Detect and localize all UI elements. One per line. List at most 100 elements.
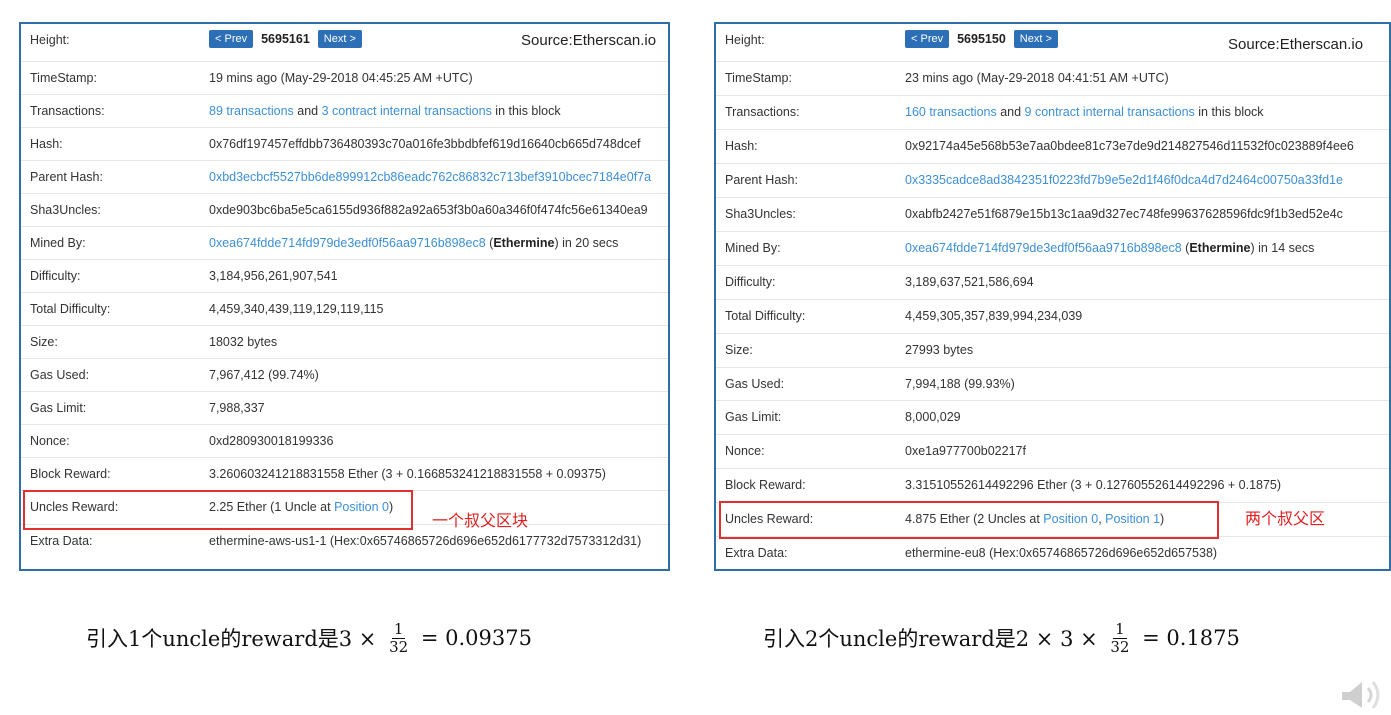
hash-label: Hash: xyxy=(725,139,758,153)
gas-limit-label: Gas Limit: xyxy=(30,401,87,415)
timestamp-value: 19 mins ago (May-29-2018 04:45:25 AM +UT… xyxy=(209,71,473,85)
sha3uncles-value: 0xabfb2427e51f6879e15b13c1aa9d327ec748fe… xyxy=(905,207,1343,221)
next-button[interactable]: Next > xyxy=(317,30,362,48)
row-transactions: Transactions: 89 transactions and 3 cont… xyxy=(21,94,668,127)
row-sha3uncles: Sha3Uncles: 0xabfb2427e51f6879e15b13c1aa… xyxy=(716,197,1389,230)
row-total-difficulty: Total Difficulty: 4,459,340,439,119,129,… xyxy=(21,292,668,325)
total-difficulty-label: Total Difficulty: xyxy=(30,302,111,316)
size-value: 27993 bytes xyxy=(905,343,974,357)
fraction-right-denominator: 32 xyxy=(1110,637,1130,656)
extra-data-value: ethermine-eu8 (Hex:0x65746865726d696e652… xyxy=(905,546,1218,560)
prev-button[interactable]: < Prev xyxy=(905,30,950,48)
gas-used-value: 7,994,188 (99.93%) xyxy=(905,377,1015,391)
internal-transactions-link[interactable]: 3 contract internal transactions xyxy=(322,104,492,118)
difficulty-value: 3,189,637,521,586,694 xyxy=(905,275,1034,289)
mined-by-value: 0xea674fdde714fd979de3edf0f56aa9716b898e… xyxy=(905,241,1314,255)
block-reward-value: 3.31510552614492296 Ether (3 + 0.1276055… xyxy=(905,478,1282,492)
parent-hash-link[interactable]: 0xbd3ecbcf5527bb6de899912cb86eadc762c868… xyxy=(209,170,651,184)
hash-label: Hash: xyxy=(30,137,63,151)
internal-transactions-link[interactable]: 9 contract internal transactions xyxy=(1025,105,1195,119)
formula-left: 引入1个uncle的reward是3 × 1 32 = 0.09375 xyxy=(86,612,532,664)
gas-used-label: Gas Used: xyxy=(30,368,90,382)
formula-right-suffix: = 0.1875 xyxy=(1135,626,1240,650)
sha3uncles-label: Sha3Uncles: xyxy=(30,203,101,217)
row-size: Size: 18032 bytes xyxy=(21,325,668,358)
row-timestamp: TimeStamp: 19 mins ago (May-29-2018 04:4… xyxy=(21,61,668,94)
height-label: Height: xyxy=(725,33,765,47)
row-nonce: Nonce: 0xe1a977700b02217f xyxy=(716,434,1389,467)
extra-data-label: Extra Data: xyxy=(725,546,788,560)
row-sha3uncles: Sha3Uncles: 0xde903bc6ba5e5ca6155d936f88… xyxy=(21,193,668,226)
row-gas-limit: Gas Limit: 7,988,337 xyxy=(21,391,668,424)
total-difficulty-label: Total Difficulty: xyxy=(725,309,806,323)
parent-hash-label: Parent Hash: xyxy=(30,170,103,184)
row-total-difficulty: Total Difficulty: 4,459,305,357,839,994,… xyxy=(716,299,1389,332)
speaker-icon[interactable] xyxy=(1338,676,1388,710)
formula-right: 引入2个uncle的reward是2 × 3 × 1 32 = 0.1875 xyxy=(763,612,1240,664)
formula-right-prefix: 引入2个uncle的reward是2 × 3 × xyxy=(763,627,1105,651)
block-details-panel-right: Height: < Prev 5695150 Next > Source:Ether… xyxy=(714,22,1391,571)
difficulty-value: 3,184,956,261,907,541 xyxy=(209,269,338,283)
hash-value: 0x92174a45e568b53e7aa0bdee81c73e7de9d214… xyxy=(905,139,1354,153)
mined-time: in 20 secs xyxy=(558,236,619,250)
size-label: Size: xyxy=(725,343,753,357)
row-gas-limit: Gas Limit: 8,000,029 xyxy=(716,400,1389,433)
row-block-reward: Block Reward: 3.31510552614492296 Ether … xyxy=(716,468,1389,501)
transactions-and: and xyxy=(996,105,1025,119)
height-label: Height: xyxy=(30,33,70,47)
row-extra-data: Extra Data: ethermine-eu8 (Hex:0x6574686… xyxy=(716,536,1389,569)
fraction-left: 1 32 xyxy=(389,621,408,655)
extra-data-value: ethermine-aws-us1-1 (Hex:0x65746865726d6… xyxy=(209,534,642,548)
timestamp-label: TimeStamp: xyxy=(725,71,792,85)
annotation-right: 两个叔父区 xyxy=(1245,509,1326,528)
pool-name: Ethermine xyxy=(493,236,555,250)
nonce-value: 0xe1a977700b02217f xyxy=(905,444,1026,458)
transactions-suffix: in this block xyxy=(1194,105,1264,119)
prev-button[interactable]: < Prev xyxy=(209,30,254,48)
formula-left-suffix: = 0.09375 xyxy=(414,626,532,650)
mined-by-value: 0xea674fdde714fd979de3edf0f56aa9716b898e… xyxy=(209,236,618,250)
formula-left-prefix: 引入1个uncle的reward是3 × xyxy=(86,627,384,651)
row-block-reward: Block Reward: 3.260603241218831558 Ether… xyxy=(21,457,668,490)
parent-hash-label: Parent Hash: xyxy=(725,173,798,187)
miner-address-link[interactable]: 0xea674fdde714fd979de3edf0f56aa9716b898e… xyxy=(905,241,1182,255)
difficulty-label: Difficulty: xyxy=(725,275,776,289)
transactions-link[interactable]: 160 transactions xyxy=(905,105,997,119)
transactions-suffix: in this block xyxy=(491,104,561,118)
row-mined-by: Mined By: 0xea674fdde714fd979de3edf0f56a… xyxy=(21,226,668,259)
fraction-left-denominator: 32 xyxy=(389,637,409,656)
mined-time: in 14 secs xyxy=(1254,241,1315,255)
transactions-label: Transactions: xyxy=(30,104,105,118)
block-number: 5695161 xyxy=(261,32,310,46)
block-reward-label: Block Reward: xyxy=(725,478,806,492)
pool-name: Ethermine xyxy=(1189,241,1251,255)
size-label: Size: xyxy=(30,335,58,349)
nonce-label: Nonce: xyxy=(725,444,765,458)
uncles-reward-highlight-right xyxy=(719,501,1219,539)
total-difficulty-value: 4,459,305,357,839,994,234,039 xyxy=(905,309,1083,323)
source-label: Source:Etherscan.io xyxy=(521,32,657,49)
miner-address-link[interactable]: 0xea674fdde714fd979de3edf0f56aa9716b898e… xyxy=(209,236,486,250)
row-parent-hash: Parent Hash: 0xbd3ecbcf5527bb6de899912cb… xyxy=(21,160,668,193)
transactions-value: 89 transactions and 3 contract internal … xyxy=(209,104,561,118)
nonce-value: 0xd280930018199336 xyxy=(209,434,334,448)
extra-data-label: Extra Data: xyxy=(30,534,93,548)
height-value: < Prev 5695161 Next > xyxy=(209,30,362,48)
parent-hash-link[interactable]: 0x3335cadce8ad3842351f0223fd7b9e5e2d1f46… xyxy=(905,173,1343,187)
transactions-value: 160 transactions and 9 contract internal… xyxy=(905,105,1264,119)
row-timestamp: TimeStamp: 23 mins ago (May-29-2018 04:4… xyxy=(716,61,1389,94)
size-value: 18032 bytes xyxy=(209,335,278,349)
row-difficulty: Difficulty: 3,189,637,521,586,694 xyxy=(716,265,1389,298)
row-hash: Hash: 0x76df197457effdbb736480393c70a016… xyxy=(21,127,668,160)
transactions-label: Transactions: xyxy=(725,105,800,119)
next-button[interactable]: Next > xyxy=(1013,30,1058,48)
block-number: 5695150 xyxy=(957,32,1006,46)
hash-value: 0x76df197457effdbb736480393c70a016fe3bbd… xyxy=(209,137,641,151)
transactions-link[interactable]: 89 transactions xyxy=(209,104,294,118)
uncles-reward-highlight-left xyxy=(23,490,413,530)
block-reward-value: 3.260603241218831558 Ether (3 + 0.166853… xyxy=(209,467,606,481)
row-height: Height: < Prev 5695161 Next > Source:Ether… xyxy=(21,24,668,57)
row-nonce: Nonce: 0xd280930018199336 xyxy=(21,424,668,457)
timestamp-value: 23 mins ago (May-29-2018 04:41:51 AM +UT… xyxy=(905,71,1169,85)
mined-by-label: Mined By: xyxy=(30,236,86,250)
